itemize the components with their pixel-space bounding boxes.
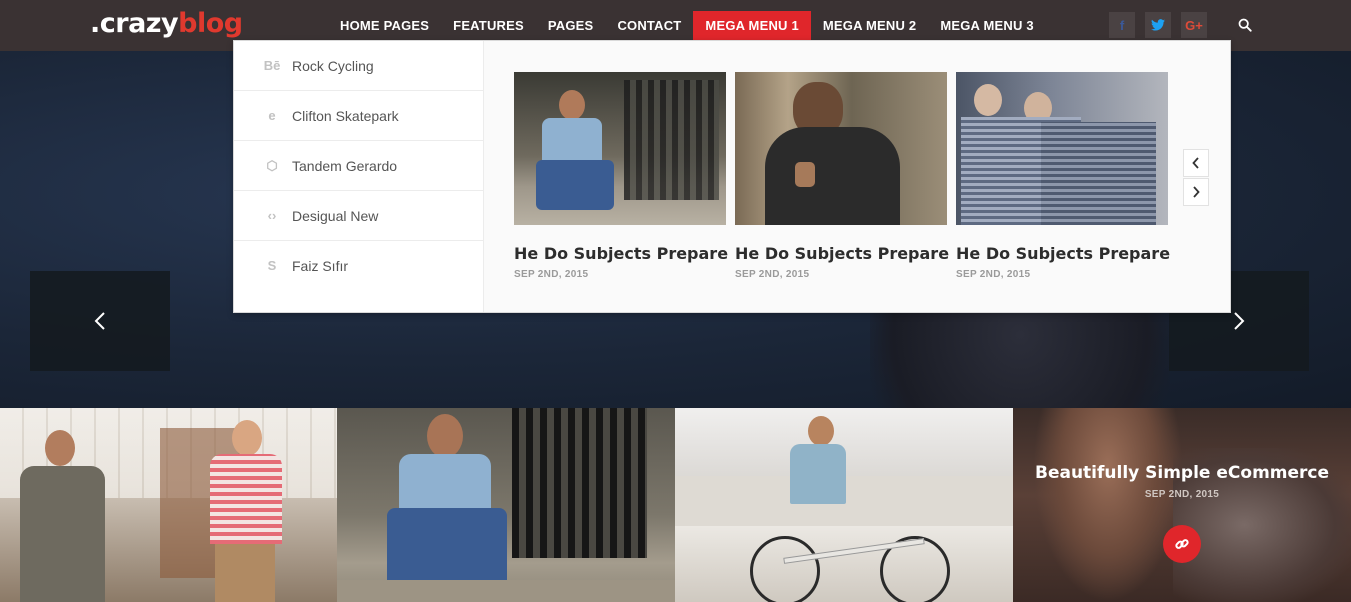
nav-contact[interactable]: CONTACT (605, 11, 693, 40)
mega-next-button[interactable] (1183, 178, 1209, 206)
mega-item-tandem-gerardo[interactable]: ⬡ Tandem Gerardo (234, 141, 483, 191)
nav-mega-menu-2[interactable]: MEGA MENU 2 (811, 11, 928, 40)
code-icon: ‹› (267, 208, 277, 223)
featured-post-tile[interactable] (1013, 408, 1351, 602)
mega-item-desigual-new[interactable]: ‹› Desigual New (234, 191, 483, 241)
search-icon (1238, 18, 1252, 32)
skype-icon: S (267, 258, 277, 273)
link-icon (1175, 539, 1189, 549)
google-plus-icon: G+ (1185, 17, 1203, 33)
featured-post-link-button[interactable] (1163, 525, 1201, 563)
post-title[interactable]: He Do Subjects Prepare (735, 244, 949, 263)
mega-post-card[interactable]: He Do Subjects Prepare SEP 2ND, 2015 (514, 72, 728, 280)
gallery-tile[interactable] (0, 408, 337, 602)
mega-item-label: Clifton Skatepark (292, 107, 399, 124)
mega-item-label: Faiz Sıfır (292, 257, 349, 274)
logo-part-2: blog (178, 8, 243, 39)
post-title[interactable]: He Do Subjects Prepare (956, 244, 1170, 263)
post-thumbnail[interactable] (514, 72, 726, 225)
mega-item-clifton-skatepark[interactable]: e Clifton Skatepark (234, 91, 483, 141)
mega-prev-button[interactable] (1183, 149, 1209, 177)
facebook-button[interactable]: f (1109, 12, 1135, 38)
chevron-right-icon (1193, 186, 1200, 198)
nav-mega-menu-3[interactable]: MEGA MENU 3 (928, 11, 1045, 40)
mega-item-label: Tandem Gerardo (292, 157, 398, 174)
hero-prev-button[interactable] (30, 271, 170, 371)
site-logo[interactable]: .crazyblog (90, 8, 243, 39)
mega-item-label: Desigual New (292, 207, 379, 224)
nav-pages[interactable]: PAGES (536, 11, 606, 40)
gallery-tile[interactable] (675, 408, 1013, 602)
chevron-left-icon (1192, 157, 1199, 169)
facebook-icon: f (1119, 17, 1125, 33)
mega-item-rock-cycling[interactable]: Bē Rock Cycling (234, 41, 483, 91)
chevron-right-icon (1234, 312, 1245, 330)
nav-home-pages[interactable]: HOME PAGES (328, 11, 441, 40)
codepen-icon: ⬡ (266, 157, 278, 173)
mega-post-card[interactable]: He Do Subjects Prepare SEP 2ND, 2015 (735, 72, 949, 280)
mega-menu-list: Bē Rock Cycling e Clifton Skatepark ⬡ Ta… (234, 41, 484, 312)
featured-post-title[interactable]: Beautifully Simple eCommerce (1013, 463, 1351, 483)
main-nav: HOME PAGES FEATURES PAGES CONTACT MEGA M… (328, 11, 1046, 40)
post-date: SEP 2ND, 2015 (735, 269, 810, 280)
twitter-icon (1151, 19, 1165, 31)
mega-post-card[interactable]: He Do Subjects Prepare SEP 2ND, 2015 (956, 72, 1170, 280)
post-title[interactable]: He Do Subjects Prepare (514, 244, 728, 263)
chevron-left-icon (94, 312, 105, 330)
gallery-tile[interactable] (337, 408, 675, 602)
mega-item-faiz-sifir[interactable]: S Faiz Sıfır (234, 241, 483, 290)
post-thumbnail[interactable] (956, 72, 1168, 225)
logo-part-1: .crazy (90, 8, 179, 39)
post-date: SEP 2ND, 2015 (514, 269, 589, 280)
post-date: SEP 2ND, 2015 (956, 269, 1031, 280)
behance-icon: Bē (263, 58, 281, 73)
nav-features[interactable]: FEATURES (441, 11, 536, 40)
mega-item-label: Rock Cycling (292, 57, 374, 74)
twitter-button[interactable] (1145, 12, 1171, 38)
post-thumbnail[interactable] (735, 72, 947, 225)
featured-post-date: SEP 2ND, 2015 (1144, 489, 1220, 500)
google-plus-button[interactable]: G+ (1181, 12, 1207, 38)
mega-menu-panel: Bē Rock Cycling e Clifton Skatepark ⬡ Ta… (233, 40, 1231, 313)
search-button[interactable] (1238, 18, 1254, 34)
ie-icon: e (268, 108, 276, 123)
nav-mega-menu-1[interactable]: MEGA MENU 1 (693, 11, 811, 40)
social-links: f G+ (1109, 12, 1207, 38)
